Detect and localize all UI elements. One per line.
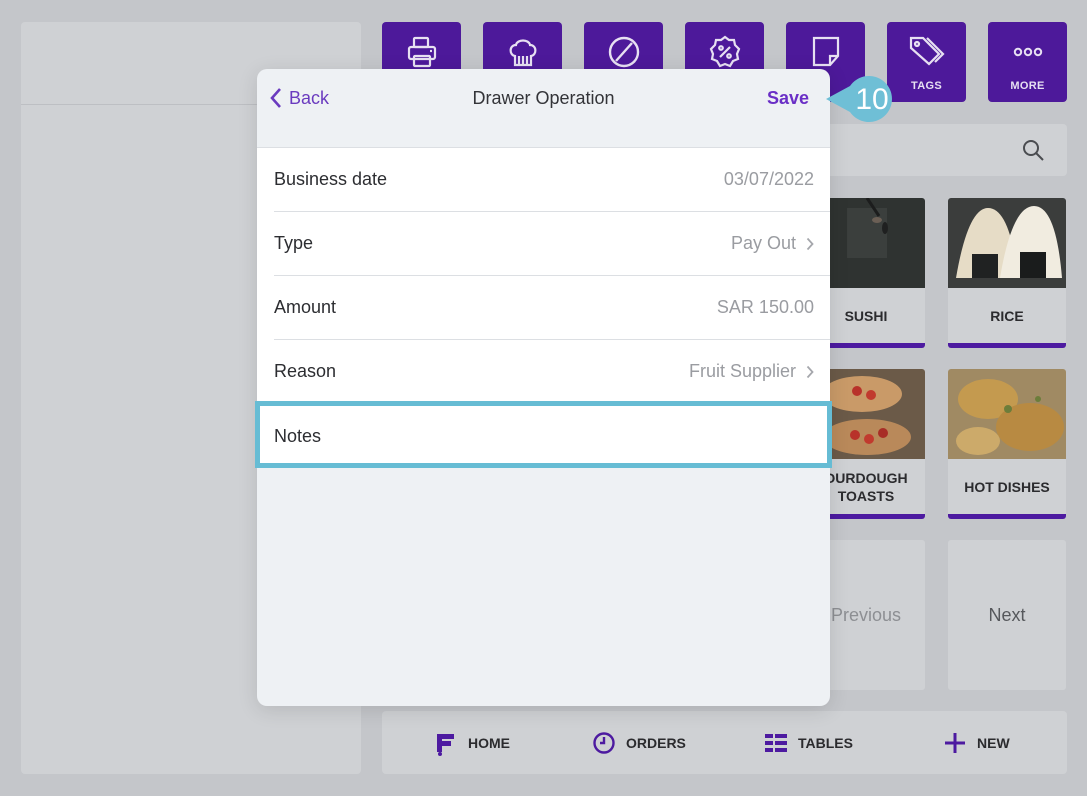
reason-row[interactable]: Reason Fruit Supplier xyxy=(274,340,830,404)
tags-button-label: TAGS xyxy=(911,80,942,92)
chevron-right-icon xyxy=(806,237,814,250)
category-label: HOT DISHES xyxy=(964,478,1050,495)
business-date-value: 03/07/2022 xyxy=(723,169,814,189)
business-date-label: Business date xyxy=(274,169,388,189)
hot-dishes-photo xyxy=(948,369,1066,459)
search-icon xyxy=(1023,140,1044,161)
step-badge: 10 xyxy=(826,76,892,122)
type-value-group: Pay Out xyxy=(731,233,814,254)
category-card-hot-dishes[interactable]: HOT DISHES xyxy=(948,369,1066,519)
modal-title: Drawer Operation xyxy=(472,88,615,108)
type-label: Type xyxy=(274,233,314,253)
drawer-operation-modal: Back Drawer Operation Save Business date… xyxy=(257,69,830,706)
more-button[interactable]: MORE xyxy=(988,22,1067,102)
category-accent-bar xyxy=(948,514,1066,519)
home-logo-icon xyxy=(437,733,454,756)
amount-label: Amount xyxy=(274,297,337,317)
more-button-label: MORE xyxy=(1010,80,1045,92)
reason-label: Reason xyxy=(274,361,337,381)
nav-orders-label: ORDERS xyxy=(626,734,686,751)
nav-home-label: HOME xyxy=(468,734,510,751)
type-value: Pay Out xyxy=(730,233,796,253)
notes-row[interactable]: Notes xyxy=(274,404,830,468)
sticky-note-icon xyxy=(812,36,839,67)
void-icon xyxy=(608,36,639,68)
printer-icon xyxy=(407,36,436,68)
rice-photo xyxy=(948,198,1066,288)
drawer-operation-form: Business date 03/07/2022 Type Pay Out Am… xyxy=(257,147,830,468)
nav-new[interactable]: NEW xyxy=(943,711,1010,774)
discount-icon xyxy=(709,35,740,68)
nav-orders[interactable]: ORDERS xyxy=(592,711,686,774)
chevron-right-icon xyxy=(806,365,814,378)
more-dots-icon xyxy=(1013,47,1042,57)
bottom-navigation: HOME ORDERS TABLES NEW xyxy=(382,711,1067,774)
amount-value: SAR 150.00 xyxy=(716,297,814,317)
business-date-row[interactable]: Business date 03/07/2022 xyxy=(274,148,830,212)
save-button[interactable]: Save xyxy=(767,88,809,109)
clock-icon xyxy=(593,731,615,754)
nav-home[interactable]: HOME xyxy=(432,711,510,774)
nav-tables-label: TABLES xyxy=(798,734,853,751)
reason-value-group: Fruit Supplier xyxy=(689,361,814,382)
chef-hat-icon xyxy=(509,39,536,67)
plus-icon xyxy=(945,732,965,753)
next-page-label: Next xyxy=(988,604,1026,625)
nav-tables[interactable]: TABLES xyxy=(764,711,853,774)
next-page-button[interactable]: Next xyxy=(948,540,1066,690)
category-card-rice[interactable]: RICE xyxy=(948,198,1066,348)
category-accent-bar xyxy=(948,343,1066,348)
reason-value: Fruit Supplier xyxy=(688,361,796,381)
notes-label: Notes xyxy=(274,425,322,446)
step-badge-number: 10 xyxy=(855,83,888,116)
modal-header: Back Drawer Operation Save xyxy=(257,69,830,129)
tables-icon xyxy=(765,733,787,752)
category-label: RICE xyxy=(990,307,1024,324)
previous-page-label: Previous xyxy=(830,604,902,625)
tags-icon xyxy=(909,36,945,66)
amount-row[interactable]: Amount SAR 150.00 xyxy=(274,276,830,340)
type-row[interactable]: Type Pay Out xyxy=(274,212,830,276)
nav-new-label: NEW xyxy=(977,734,1010,751)
